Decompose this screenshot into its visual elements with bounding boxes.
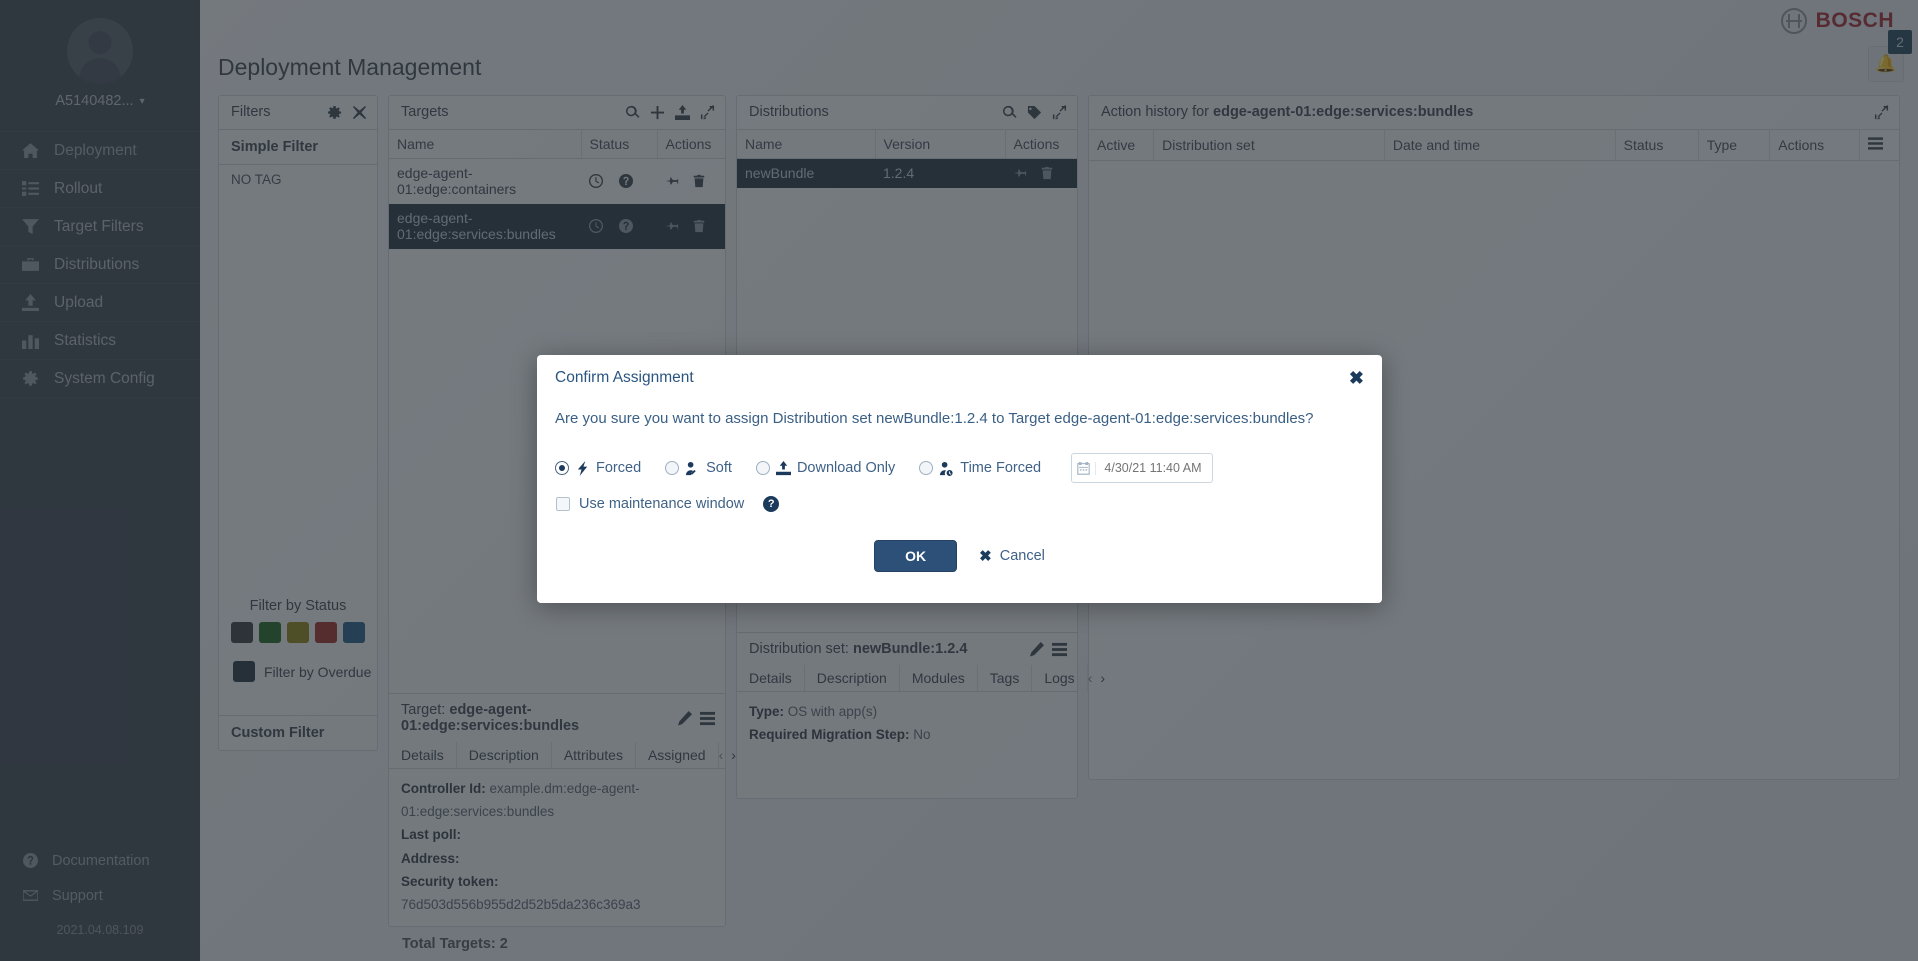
cancel-label: Cancel [999, 548, 1045, 564]
radio-time-forced[interactable] [919, 461, 934, 475]
user-clock-icon [939, 461, 954, 476]
option-soft[interactable]: Soft [665, 460, 732, 476]
maintenance-window-row: Use maintenance window ? [537, 483, 1382, 512]
forced-time-field[interactable] [1071, 453, 1214, 483]
bolt-icon [575, 460, 590, 476]
ok-button[interactable]: OK [874, 540, 958, 572]
close-icon[interactable]: ✖ [1349, 369, 1364, 387]
dialog-actions: OK ✖ Cancel [537, 512, 1382, 572]
user-soft-icon [685, 461, 700, 476]
option-time-forced[interactable]: Time Forced [919, 460, 1041, 476]
dialog-header: Confirm Assignment ✖ [537, 355, 1382, 393]
confirm-assignment-dialog: Confirm Assignment ✖ Are you sure you wa… [537, 355, 1382, 603]
download-icon [775, 460, 791, 476]
option-label: Time Forced [960, 460, 1042, 476]
maintenance-window-label: Use maintenance window [579, 496, 745, 512]
radio-download-only[interactable] [755, 461, 770, 475]
forced-time-input[interactable] [1096, 461, 1213, 475]
option-forced[interactable]: Forced [555, 460, 641, 476]
dialog-title: Confirm Assignment [555, 369, 694, 386]
option-download-only[interactable]: Download Only [755, 460, 896, 476]
cancel-button[interactable]: ✖ Cancel [979, 547, 1045, 565]
action-type-options: Forced Soft Download Only Time Forced [537, 427, 1382, 483]
option-label: Forced [596, 460, 642, 476]
option-label: Soft [706, 460, 732, 476]
close-x-icon: ✖ [979, 548, 992, 565]
calendar-icon [1072, 461, 1097, 475]
radio-soft[interactable] [665, 461, 680, 475]
help-icon[interactable]: ? [763, 496, 780, 512]
maintenance-window-checkbox[interactable] [556, 497, 570, 511]
option-label: Download Only [796, 460, 896, 476]
screen: A5140482... ▾ Deployment Rollout Target … [0, 0, 1918, 961]
radio-forced[interactable] [555, 461, 569, 475]
dialog-message: Are you sure you want to assign Distribu… [555, 410, 1314, 427]
